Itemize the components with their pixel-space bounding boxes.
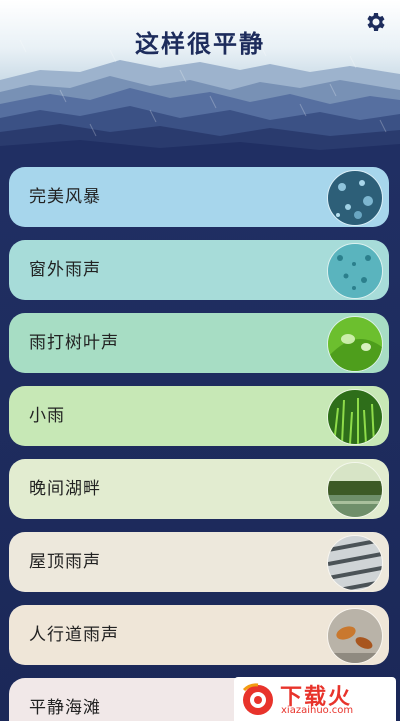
gear-icon[interactable] bbox=[364, 10, 388, 34]
sound-item-label: 人行道雨声 bbox=[29, 625, 119, 645]
fire-icon bbox=[242, 683, 273, 715]
sound-item-lakeside-evening[interactable]: 晚间湖畔 bbox=[9, 459, 389, 519]
sound-item-window-rain[interactable]: 窗外雨声 bbox=[9, 240, 389, 300]
grass-rain-icon bbox=[327, 389, 383, 445]
sound-item-label: 完美风暴 bbox=[29, 187, 101, 207]
leaf-drops-icon bbox=[327, 316, 383, 372]
roof-rain-icon bbox=[327, 535, 383, 591]
sidewalk-leaves-icon bbox=[327, 608, 383, 664]
sound-item-light-rain[interactable]: 小雨 bbox=[9, 386, 389, 446]
sound-item-roof-rain[interactable]: 屋顶雨声 bbox=[9, 532, 389, 592]
header-banner: 这样很平静 bbox=[0, 0, 400, 160]
watermark-url: xiazaihuo.com bbox=[281, 705, 354, 716]
sound-item-leaf-rain[interactable]: 雨打树叶声 bbox=[9, 313, 389, 373]
window-drops-icon bbox=[327, 243, 383, 299]
lake-evening-icon bbox=[327, 462, 383, 518]
page-title: 这样很平静 bbox=[135, 30, 265, 58]
sound-item-label: 窗外雨声 bbox=[29, 260, 101, 280]
sound-item-label: 小雨 bbox=[29, 406, 65, 426]
sound-item-sidewalk-rain[interactable]: 人行道雨声 bbox=[9, 605, 389, 665]
sound-item-label: 晚间湖畔 bbox=[29, 479, 101, 499]
storm-water-icon bbox=[327, 170, 383, 226]
sound-item-label: 屋顶雨声 bbox=[29, 552, 101, 572]
app-screen: 这样很平静 完美风暴 窗外雨声 雨打树叶声 小雨 晚间湖畔 屋顶雨声 人行道雨声… bbox=[0, 0, 400, 721]
sound-item-storm[interactable]: 完美风暴 bbox=[9, 167, 389, 227]
sound-item-label: 雨打树叶声 bbox=[29, 333, 119, 353]
sound-item-label: 平静海滩 bbox=[29, 698, 101, 718]
watermark-logo: 下载火 xiazaihuo.com bbox=[234, 677, 396, 721]
sound-list: 完美风暴 窗外雨声 雨打树叶声 小雨 晚间湖畔 屋顶雨声 人行道雨声 平静海滩 bbox=[0, 160, 400, 721]
